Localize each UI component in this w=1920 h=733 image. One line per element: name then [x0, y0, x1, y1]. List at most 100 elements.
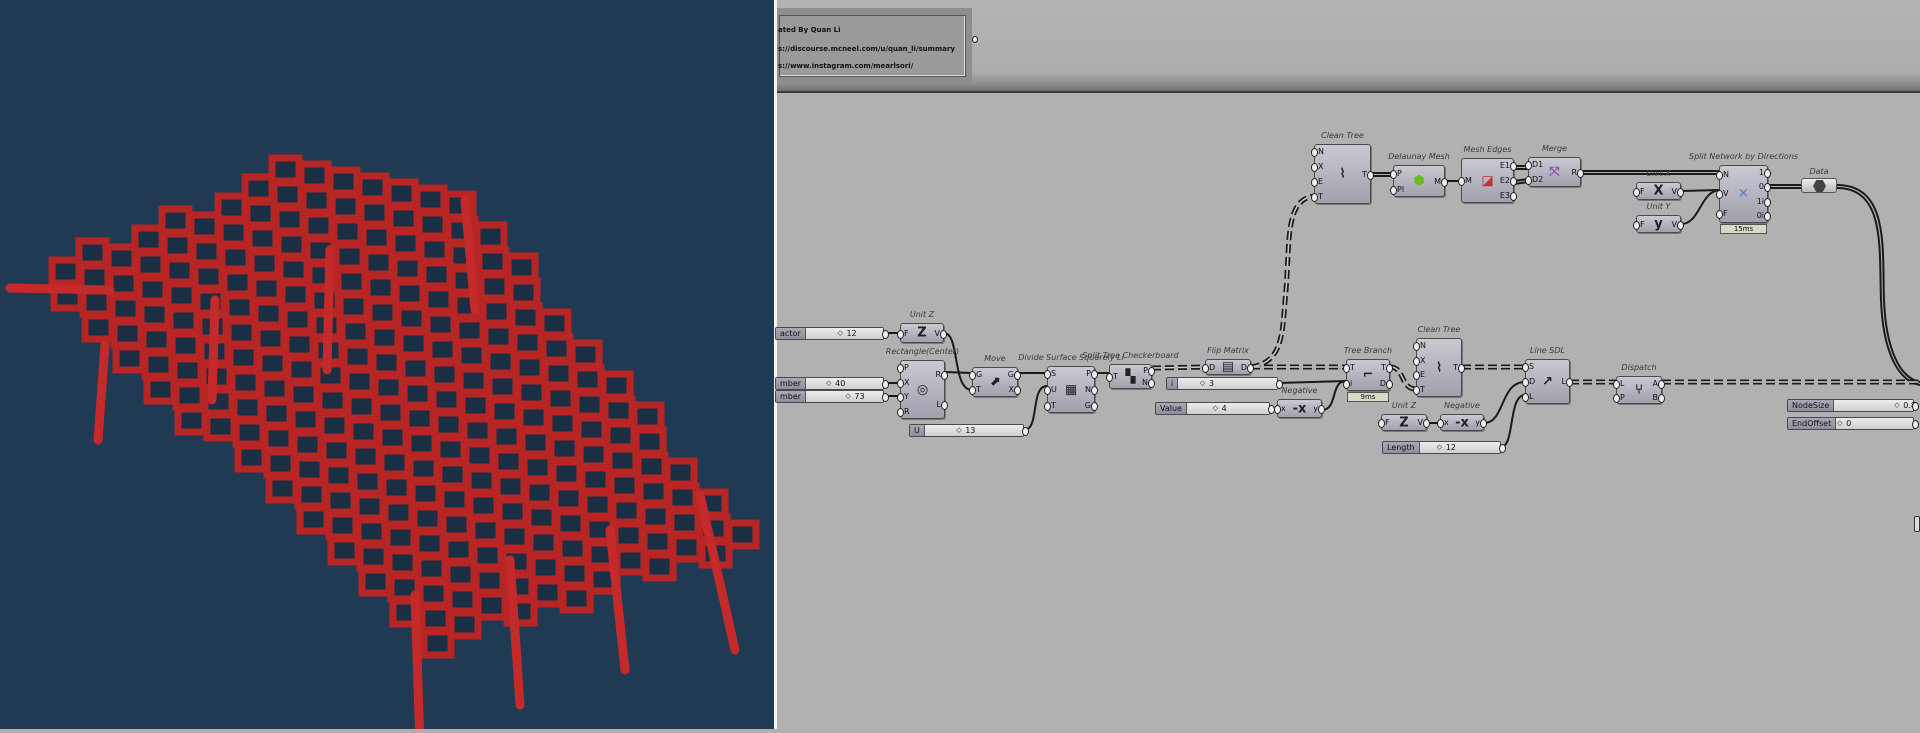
- output-param-r[interactable]: R: [1571, 168, 1584, 178]
- unit-z-component[interactable]: Unit Z F VZ: [897, 310, 949, 343]
- output-param-p[interactable]: P: [1085, 369, 1099, 380]
- number-x-slider-grip-icon[interactable]: ◇: [826, 378, 831, 389]
- output-param-t[interactable]: T: [1362, 170, 1374, 180]
- output-param-n[interactable]: N: [1085, 385, 1099, 395]
- factor-slider-track[interactable]: ◇ 12: [805, 328, 883, 339]
- move-component[interactable]: Move G T G X ⬈: [968, 354, 1022, 397]
- u-slider-grip-icon[interactable]: ◇: [956, 425, 961, 436]
- data-param[interactable]: Data: [1801, 167, 1837, 193]
- output-param-a[interactable]: A: [1653, 379, 1664, 389]
- author-info-group[interactable]: ated By Quan Li s://discourse.mcneel.com…: [777, 8, 978, 83]
- split-tree-checkerboard-component[interactable]: Split Tree Checkerboard T P N ▚: [1082, 351, 1179, 389]
- output-param-e2[interactable]: E2: [1500, 176, 1518, 186]
- input-param-d[interactable]: D: [1521, 377, 1535, 387]
- input-param-t[interactable]: T: [1106, 372, 1118, 382]
- input-param-pl[interactable]: Pl: [1389, 185, 1404, 195]
- output-param-y[interactable]: y: [1475, 418, 1487, 428]
- input-param-x[interactable]: X: [897, 378, 910, 388]
- value-slider[interactable]: Value ◇ 4: [1155, 402, 1275, 415]
- output-param-p[interactable]: P: [1142, 366, 1155, 376]
- number-y-slider-grip-icon[interactable]: ◇: [845, 391, 850, 402]
- tree-branch-component[interactable]: Tree Branch Ti T D ⌐ 9ms: [1343, 346, 1394, 402]
- end-offset-slider[interactable]: EndOffset ◇ 0: [1787, 417, 1919, 430]
- input-param-g[interactable]: G: [968, 370, 982, 380]
- node-size-slider-grip-icon[interactable]: ◇: [1894, 400, 1899, 411]
- output-param-t[interactable]: T: [1453, 363, 1465, 373]
- node-size-slider-track[interactable]: ◇ 0.8: [1834, 400, 1916, 411]
- input-param-f[interactable]: F: [1716, 209, 1729, 219]
- instagram-link[interactable]: s://www.instagram.com/mearlsori/: [778, 62, 958, 70]
- delaunay-mesh-component[interactable]: Delaunay Mesh P Pl M ⬢: [1388, 152, 1450, 197]
- forum-link[interactable]: s://discourse.mcneel.com/u/quan_li/summa…: [778, 45, 958, 53]
- input-param-r[interactable]: R: [897, 407, 910, 418]
- u-slider[interactable]: U ◇ 13: [909, 424, 1029, 437]
- input-param-x[interactable]: x: [1437, 418, 1449, 428]
- factor-slider-grip-icon[interactable]: ◇: [837, 328, 842, 339]
- i-slider-grip-icon[interactable]: ◇: [1200, 378, 1205, 389]
- number-x-slider-track[interactable]: ◇ 40: [806, 378, 883, 389]
- output-param-1i[interactable]: 1i: [1757, 197, 1772, 207]
- rectangle-center-component[interactable]: Rectangle(Center) P X Y R R L ◎: [886, 347, 959, 419]
- input-param-x[interactable]: X: [1311, 162, 1324, 172]
- number-y-slider[interactable]: mber ◇ 73: [775, 390, 889, 403]
- input-param-e[interactable]: E: [1311, 177, 1324, 187]
- output-param-x[interactable]: X: [1008, 385, 1022, 395]
- i-slider[interactable]: i ◇ 3: [1166, 377, 1283, 390]
- input-param-d2[interactable]: D2: [1524, 175, 1543, 185]
- output-param-0i[interactable]: 0i: [1757, 211, 1772, 222]
- number-x-slider[interactable]: mber ◇ 40: [775, 377, 889, 390]
- input-param-p[interactable]: P: [1613, 393, 1625, 403]
- input-param-i[interactable]: i: [1343, 379, 1355, 389]
- length-slider-grip-icon[interactable]: ◇: [1437, 442, 1442, 453]
- input-param-s[interactable]: S: [1521, 362, 1535, 372]
- input-param-f[interactable]: F: [897, 329, 909, 339]
- i-slider-track[interactable]: ◇ 3: [1178, 378, 1277, 389]
- u-slider-track[interactable]: ◇ 13: [924, 425, 1023, 436]
- output-param-e3[interactable]: E3: [1500, 191, 1518, 201]
- input-param-n[interactable]: N: [1716, 170, 1729, 181]
- input-param-p[interactable]: P: [1389, 169, 1404, 179]
- output-param-m[interactable]: M: [1434, 177, 1448, 187]
- split-network-component[interactable]: Split Network by Directions N V F 1 0 1i 0i ✕ 15m…: [1689, 152, 1798, 234]
- rhino-3d-viewport[interactable]: [0, 0, 774, 733]
- input-param-l[interactable]: L: [1521, 392, 1535, 402]
- output-param-n[interactable]: N: [1142, 378, 1155, 389]
- divide-surface-component[interactable]: Divide Surface Squarely Li S U T P N G ▦: [1018, 353, 1124, 413]
- input-param-t[interactable]: T: [1044, 401, 1057, 411]
- input-param-u[interactable]: U: [1044, 385, 1057, 395]
- output-param-v[interactable]: V: [1672, 187, 1686, 197]
- input-param-n[interactable]: N: [1413, 341, 1426, 351]
- line-sdl-component[interactable]: Line SDL S D L L ↗: [1521, 346, 1575, 404]
- input-param-s[interactable]: S: [1044, 369, 1057, 380]
- output-param-v[interactable]: V: [1672, 220, 1686, 230]
- factor-slider[interactable]: actor ◇ 12: [775, 327, 889, 340]
- output-param-0[interactable]: 0: [1757, 182, 1772, 193]
- output-param-l[interactable]: L: [1562, 377, 1575, 387]
- output-param-t[interactable]: T: [1380, 363, 1394, 373]
- output-param-v[interactable]: V: [935, 329, 949, 339]
- clean-tree-bottom-component[interactable]: Clean Tree N X E T T ⌇: [1413, 325, 1465, 397]
- end-offset-slider-track[interactable]: ◇ 0: [1836, 418, 1913, 429]
- input-param-l[interactable]: L: [1613, 379, 1625, 389]
- value-slider-grip-icon[interactable]: ◇: [1213, 403, 1218, 414]
- output-param-e1[interactable]: E1: [1500, 161, 1518, 171]
- output-param-d[interactable]: D: [1241, 363, 1255, 373]
- input-param-f[interactable]: F: [1633, 187, 1645, 197]
- input-param-f[interactable]: F: [1633, 220, 1645, 230]
- unit-x-component[interactable]: Unit XF VX: [1633, 169, 1686, 200]
- author-info-panel[interactable]: ated By Quan Li s://discourse.mcneel.com…: [778, 15, 966, 77]
- input-param-f[interactable]: F: [1378, 418, 1390, 428]
- mesh-edges-component[interactable]: Mesh Edges M E1 E2 E3 ◪: [1458, 145, 1518, 203]
- output-param-g[interactable]: G: [1008, 370, 1022, 380]
- merge-component[interactable]: Merge D1 D2 R ⤧: [1524, 144, 1584, 187]
- output-param-l[interactable]: L: [935, 400, 948, 410]
- output-param-b[interactable]: B: [1653, 393, 1664, 403]
- unit-y-component[interactable]: Unit YF Vy: [1633, 202, 1686, 233]
- input-param-t[interactable]: T: [968, 385, 982, 395]
- input-param-t[interactable]: T: [1311, 192, 1324, 202]
- input-param-x[interactable]: X: [1413, 356, 1426, 366]
- negative-2-component[interactable]: Negative x y -x: [1437, 401, 1487, 431]
- input-param-e[interactable]: E: [1413, 370, 1426, 381]
- output-param-g[interactable]: G: [1085, 401, 1099, 411]
- input-param-t[interactable]: T: [1413, 385, 1426, 396]
